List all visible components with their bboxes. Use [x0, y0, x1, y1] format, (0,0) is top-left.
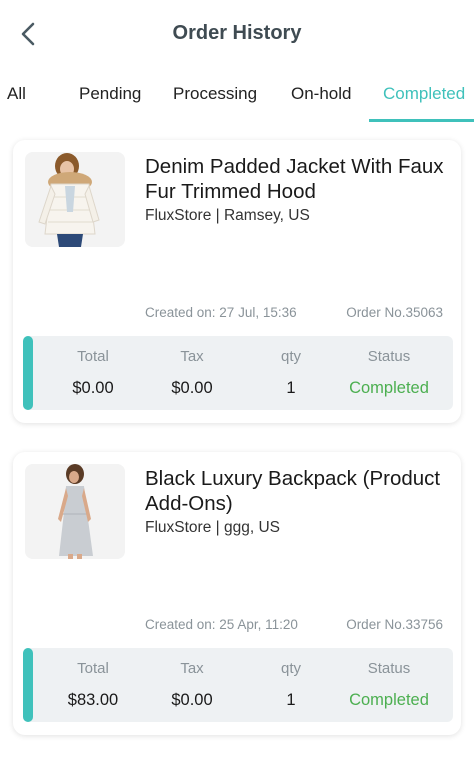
qty-value: 1: [286, 691, 296, 709]
tax-value: $0.00: [171, 691, 213, 709]
tax-label: Tax: [180, 660, 204, 677]
qty-label: qty: [280, 660, 301, 677]
total-label: Total: [77, 348, 109, 365]
status-badge: Completed: [349, 379, 429, 397]
tax-value: $0.00: [171, 379, 213, 397]
order-number: Order No.35063: [346, 305, 443, 320]
total-column: Total $0.00: [43, 336, 143, 410]
qty-value: 1: [286, 379, 296, 397]
status-column: Status Completed: [329, 648, 449, 722]
order-card[interactable]: Denim Padded Jacket With Faux Fur Trimme…: [13, 140, 461, 423]
total-label: Total: [77, 660, 109, 677]
product-image: [25, 152, 125, 247]
created-date: Created on: 27 Jul, 15:36: [145, 305, 297, 320]
tab-all[interactable]: All: [7, 84, 26, 122]
qty-column: qty 1: [241, 648, 341, 722]
tax-column: Tax $0.00: [142, 648, 242, 722]
tax-label: Tax: [180, 348, 204, 365]
order-summary: Total $0.00 Tax $0.00 qty 1 Status Compl…: [23, 336, 453, 410]
accent-bar: [23, 648, 33, 722]
product-name: Denim Padded Jacket With Faux Fur Trimme…: [145, 155, 444, 203]
tab-on-hold[interactable]: On-hold: [291, 84, 351, 122]
order-card[interactable]: Black Luxury Backpack (Product Add-Ons) …: [13, 452, 461, 735]
qty-column: qty 1: [241, 336, 341, 410]
page-title: Order History: [172, 22, 302, 44]
active-tab-indicator: [369, 119, 474, 122]
status-label: Status: [367, 660, 411, 677]
product-name: Black Luxury Backpack (Product Add-Ons): [145, 467, 441, 515]
accent-bar: [23, 336, 33, 410]
tab-completed[interactable]: Completed: [383, 84, 465, 122]
tab-processing[interactable]: Processing: [173, 84, 257, 122]
total-column: Total $83.00: [43, 648, 143, 722]
total-value: $83.00: [67, 691, 119, 709]
status-label: Status: [367, 348, 411, 365]
order-number: Order No.33756: [346, 617, 443, 632]
tab-pending[interactable]: Pending: [79, 84, 141, 122]
created-date: Created on: 25 Apr, 11:20: [145, 617, 298, 632]
status-tabs: All Pending Processing On-hold Completed: [0, 78, 474, 122]
store-location: FluxStore | Ramsey, US: [145, 207, 310, 224]
order-summary: Total $83.00 Tax $0.00 qty 1 Status Comp…: [23, 648, 453, 722]
qty-label: qty: [280, 348, 301, 365]
total-value: $0.00: [72, 379, 114, 397]
product-image: [25, 464, 125, 559]
status-badge: Completed: [349, 691, 429, 709]
tax-column: Tax $0.00: [142, 336, 242, 410]
app-bar: Order History: [0, 0, 474, 70]
status-column: Status Completed: [329, 336, 449, 410]
store-location: FluxStore | ggg, US: [145, 519, 280, 536]
